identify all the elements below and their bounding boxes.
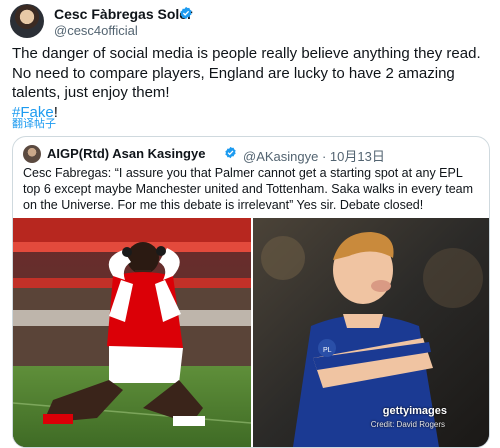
quoted-author-handle-date: @AKasingye · 10月13日 [243, 149, 385, 164]
verified-badge-icon [180, 6, 192, 20]
quoted-tweet[interactable]: AIGP(Rtd) Asan Kasingye @AKasingye · 10月… [12, 136, 490, 448]
author-avatar[interactable] [10, 4, 44, 38]
translate-post-link[interactable]: 翻译帖子 [12, 115, 56, 131]
media-image-right[interactable]: PL gettyimages Credit: David Rogers [253, 218, 489, 447]
photo-credit: Credit: David Rogers [370, 420, 445, 429]
quoted-author-avatar [23, 145, 41, 163]
author-handle[interactable]: @cesc4official [54, 23, 138, 38]
media-image-left[interactable] [13, 218, 251, 447]
tweet-line-hashtag: #Fake! [12, 103, 492, 123]
quoted-tweet-text: Cesc Fabregas: “I assure you that Palmer… [23, 166, 474, 212]
tweet-line: The danger of social media is people rea… [12, 45, 481, 62]
getty-watermark: gettyimages [382, 405, 447, 417]
saka-celebration-image [13, 218, 251, 447]
author-name[interactable]: Cesc Fàbregas Soler [54, 6, 193, 22]
verified-badge-icon [225, 146, 236, 159]
tweet-line: talents, just enjoy them! [12, 84, 170, 101]
palmer-celebration-image: PL [253, 218, 489, 447]
tweet-text: The danger of social media is people rea… [12, 44, 492, 122]
tweet-card: Cesc Fàbregas Soler @cesc4official The d… [0, 0, 500, 448]
svg-text:PL: PL [323, 347, 332, 354]
tweet-line: No need to compare players, England are … [12, 64, 455, 82]
quoted-author-name: AIGP(Rtd) Asan Kasingye [47, 146, 206, 161]
